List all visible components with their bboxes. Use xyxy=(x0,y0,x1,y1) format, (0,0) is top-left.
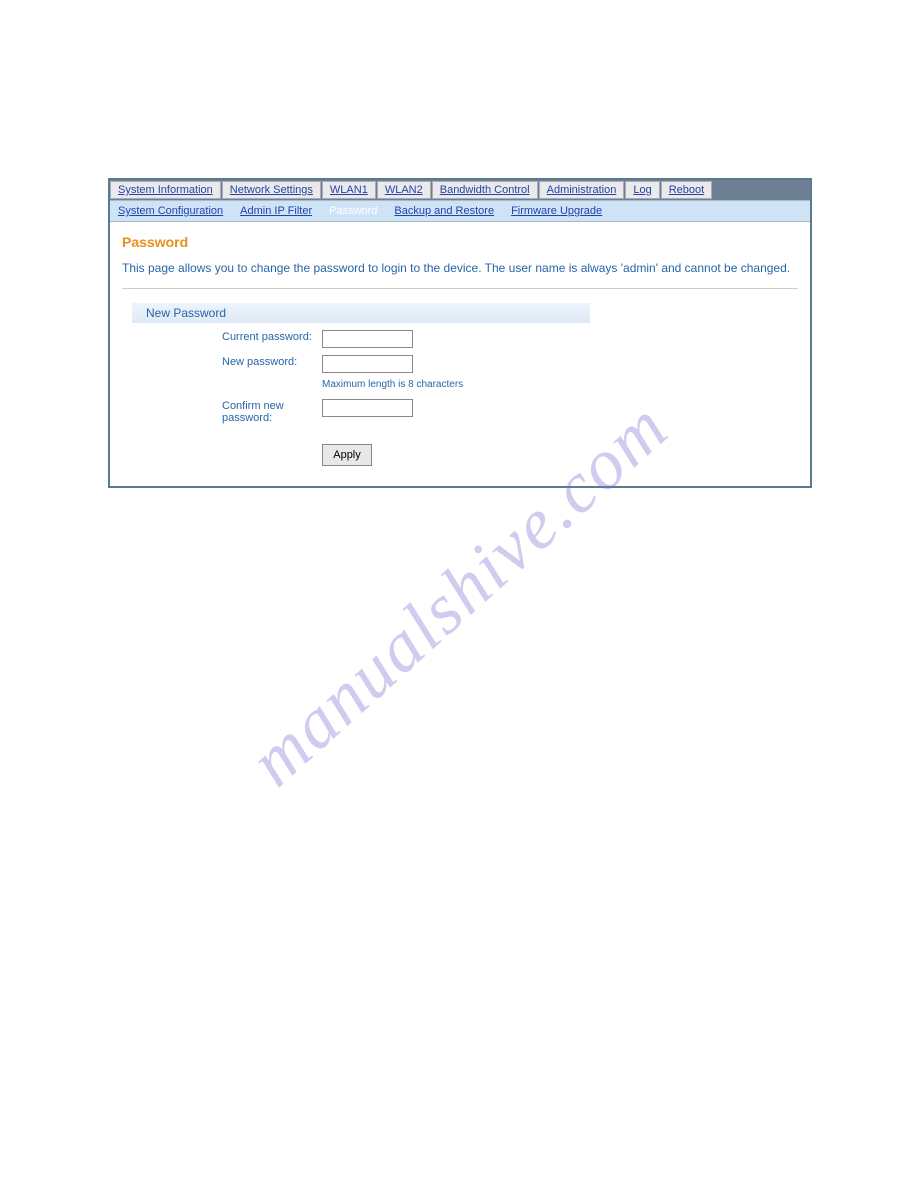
label-new-password: New password: xyxy=(122,354,322,368)
tab-log[interactable]: Log xyxy=(625,181,659,199)
primary-tabs: System Information Network Settings WLAN… xyxy=(110,180,810,201)
subtab-admin-ip-filter[interactable]: Admin IP Filter xyxy=(232,202,320,220)
new-password-input[interactable] xyxy=(322,355,413,373)
content-area: Password This page allows you to change … xyxy=(110,222,810,486)
section-header: New Password xyxy=(132,303,590,323)
tab-network-settings[interactable]: Network Settings xyxy=(222,181,321,199)
page-description: This page allows you to change the passw… xyxy=(122,260,798,276)
confirm-password-input[interactable] xyxy=(322,399,413,417)
tab-administration[interactable]: Administration xyxy=(539,181,625,199)
current-password-input[interactable] xyxy=(322,330,413,348)
subtab-system-configuration[interactable]: System Configuration xyxy=(110,202,231,220)
subtab-password[interactable]: Password xyxy=(321,202,385,220)
label-confirm-password: Confirm new password: xyxy=(122,398,322,424)
subtab-firmware-upgrade[interactable]: Firmware Upgrade xyxy=(503,202,610,220)
secondary-tabs: System Configuration Admin IP Filter Pas… xyxy=(110,201,810,222)
password-hint: Maximum length is 8 characters xyxy=(322,379,798,390)
tab-wlan1[interactable]: WLAN1 xyxy=(322,181,376,199)
subtab-backup-restore[interactable]: Backup and Restore xyxy=(386,202,502,220)
admin-panel: System Information Network Settings WLAN… xyxy=(108,178,812,488)
divider xyxy=(122,288,798,289)
tab-reboot[interactable]: Reboot xyxy=(661,181,712,199)
tab-wlan2[interactable]: WLAN2 xyxy=(377,181,431,199)
password-form: Current password: New password: Maximum … xyxy=(122,329,798,466)
apply-button[interactable]: Apply xyxy=(322,444,372,466)
tab-system-information[interactable]: System Information xyxy=(110,181,221,199)
page-title: Password xyxy=(122,234,798,250)
tab-bandwidth-control[interactable]: Bandwidth Control xyxy=(432,181,538,199)
label-current-password: Current password: xyxy=(122,329,322,343)
